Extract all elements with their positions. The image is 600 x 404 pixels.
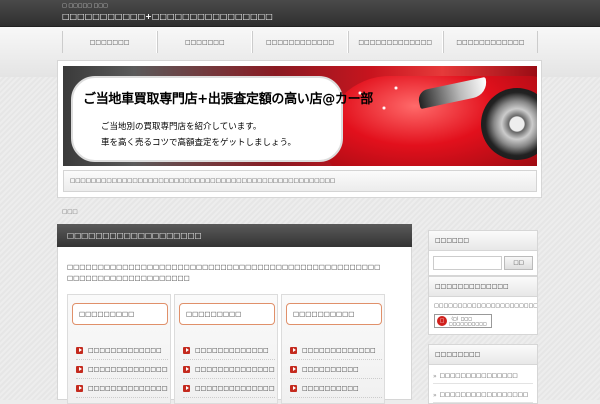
arrow-right-icon bbox=[183, 384, 190, 392]
banner-title: ご当地車買取専門店+出張査定額の高い店@カー部 bbox=[83, 92, 373, 107]
category-list: □□□□□□□□□□□□□ □□□□□□□□□□□□□□ □□□□ □□□□□□□… bbox=[76, 341, 168, 398]
category-box-2: □□□□□□□□□ □□□□□□□□□□□□□ □□□□□□□□□□□□□□ □□… bbox=[174, 294, 278, 404]
arrow-right-icon bbox=[76, 365, 83, 373]
list-item[interactable]: □□□□□□□□□□ bbox=[290, 360, 382, 379]
content-intro: □□□□□□□□□□□□□□□□□□□□□□□□□□□□□□□□□□□□□□□□… bbox=[67, 262, 381, 284]
search-button[interactable]: □□ bbox=[504, 256, 533, 270]
list-item[interactable]: □□□□□□□□□□□□□ bbox=[183, 341, 275, 360]
ranking-banner[interactable]: □ （□）□□□ □□□□□□□□□□ bbox=[434, 314, 492, 328]
site-description: □ □□□□□ □□□ bbox=[62, 3, 108, 9]
double-chevron-right-icon: » bbox=[433, 391, 437, 399]
arrow-right-icon bbox=[183, 346, 190, 354]
ranking-widget: □□□□□□□□□□□□□ □□□□□□□□□□□□□□□□□□□□□□□□□□… bbox=[428, 276, 538, 335]
arrow-right-icon bbox=[290, 384, 297, 392]
list-item-label: □□□□□□□□□□□□□ bbox=[302, 346, 376, 354]
list-item[interactable]: □□□□□□□□□□□□□□□□□□ bbox=[76, 360, 168, 379]
list-item-label: □□□□□□□□□□□□□□□□□□ bbox=[88, 365, 168, 373]
header-banner[interactable]: ご当地車買取専門店+出張査定額の高い店@カー部 ご当地別の買取専門店を紹介してい… bbox=[63, 66, 537, 166]
arrow-right-icon bbox=[76, 346, 83, 354]
sidebar-link-label: □□□□□□□□□□□□□□□ bbox=[439, 373, 518, 379]
category-heading[interactable]: □□□□□□□□□ bbox=[72, 303, 168, 325]
list-item-label: □□□□□□□□□□□□□□□□□□ bbox=[195, 365, 275, 373]
list-item[interactable]: □□□□□□□□□□□□□ bbox=[290, 341, 382, 360]
list-item[interactable]: □□□□□□□□□□ bbox=[290, 379, 382, 398]
intro-line-1: □□□□□□□□□□□□□□□□□□□□□□□□□□□□□□□□□□□□□□□□… bbox=[67, 263, 381, 271]
sidebar-link-label: □□□□□□□□□□□□□□□□□ bbox=[439, 392, 529, 398]
site-description-bar: □□□□□□□□□□□□□□□□□□□□□□□□□□□□□□□□□□□□□□□□… bbox=[63, 170, 537, 192]
breadcrumb[interactable]: □□□ bbox=[62, 209, 78, 215]
search-widget: □□□□□□ □□ bbox=[428, 230, 538, 276]
banner-subtitle-line1: ご当地別の買取専門店を紹介しています。 bbox=[101, 122, 262, 132]
arrow-right-icon bbox=[76, 384, 83, 392]
list-item[interactable]: □□□□□□□□□□□□□□□□□ bbox=[76, 379, 168, 398]
ranking-text[interactable]: □□□□□□□□□□□□□□□□□□□□□□□□□□↓ bbox=[429, 297, 537, 312]
list-item-label: □□□□□□□□□□□□□□□□□ bbox=[88, 384, 168, 392]
category-box-1: □□□□□□□□□ □□□□□□□□□□□□□ □□□□□□□□□□□□□□ □□… bbox=[67, 294, 171, 404]
list-item-label: □□□□□□□□□□□□□ bbox=[88, 346, 162, 354]
ranking-badge-line2: □□□□□□□□□□ bbox=[449, 321, 487, 326]
search-form: □□ bbox=[429, 251, 537, 275]
nav-item-1[interactable]: □□□□□□□ bbox=[62, 31, 158, 53]
global-nav: □□□□□□□ □□□□□□□ □□□□□□□□□□□□ □□□□□□□□□□□… bbox=[62, 31, 539, 53]
list-item-label: □□□□□□□□□□□□□ bbox=[195, 346, 269, 354]
site-title[interactable]: □□□□□□□□□□□+□□□□□□□□□□□□□□□□ bbox=[62, 12, 273, 21]
intro-line-2: □□□□□□□□□□□□□□□□□□□□ bbox=[67, 274, 190, 282]
list-item[interactable]: □□□□□□□□□□□□□ bbox=[76, 341, 168, 360]
category-box-3: □□□□□□□□□□ □□□□□□□□□□□□□ □□□□□□□□□□ □□□□… bbox=[281, 294, 385, 404]
recent-posts-title: □□□□□□□□ bbox=[429, 345, 537, 365]
list-item-label: □□□□□□□□□□□□□□□□□ bbox=[195, 384, 275, 392]
double-chevron-right-icon: » bbox=[433, 372, 437, 380]
content-title: □□□□□□□□□□□□□□□□□□□ bbox=[57, 224, 412, 247]
list-item[interactable]: □□□□□□□□□□□□□□□□□□ bbox=[183, 360, 275, 379]
category-list: □□□□□□□□□□□□□ □□□□□□□□□□□□□□ □□□□ □□□□□□□… bbox=[183, 341, 275, 398]
arrow-right-icon bbox=[290, 365, 297, 373]
nav-item-2[interactable]: □□□□□□□ bbox=[157, 31, 253, 53]
sidebar-link[interactable]: » □□□□□□□□□□□□□□□□□ bbox=[433, 388, 533, 403]
search-input[interactable] bbox=[433, 256, 503, 270]
site-header: □ □□□□□ □□□ □□□□□□□□□□□+□□□□□□□□□□□□□□□□ bbox=[0, 0, 600, 27]
category-heading[interactable]: □□□□□□□□□□ bbox=[286, 303, 382, 325]
list-item[interactable]: □□□□□□□□□□□□□□□□□ bbox=[183, 379, 275, 398]
ranking-logo-icon: □ bbox=[437, 316, 447, 326]
nav-item-3[interactable]: □□□□□□□□□□□□ bbox=[252, 31, 348, 53]
nav-item-5[interactable]: □□□□□□□□□□□□ bbox=[442, 31, 539, 53]
ranking-badge-text: （□）□□□ □□□□□□□□□□ bbox=[449, 316, 487, 326]
banner-subtitle-line2: 車を高く売るコツで高額査定をゲットしましょう。 bbox=[101, 138, 296, 148]
list-item-label: □□□□□□□□□□ bbox=[302, 365, 359, 373]
sidebar-link[interactable]: » □□□□□□□□□□□□□□□ bbox=[433, 369, 533, 384]
recent-posts-widget: □□□□□□□□ » □□□□□□□□□□□□□□□ » □□□□□□□□□□□□□… bbox=[428, 344, 538, 404]
ranking-widget-title: □□□□□□□□□□□□□ bbox=[429, 277, 537, 297]
search-widget-title: □□□□□□ bbox=[429, 231, 537, 251]
category-list: □□□□□□□□□□□□□ □□□□□□□□□□ □□□□□□□□□□ bbox=[290, 341, 382, 398]
arrow-right-icon bbox=[183, 365, 190, 373]
nav-item-4[interactable]: □□□□□□□□□□□□□ bbox=[347, 31, 443, 53]
list-item-label: □□□□□□□□□□ bbox=[302, 384, 359, 392]
arrow-right-icon bbox=[290, 346, 297, 354]
category-heading[interactable]: □□□□□□□□□ bbox=[179, 303, 275, 325]
